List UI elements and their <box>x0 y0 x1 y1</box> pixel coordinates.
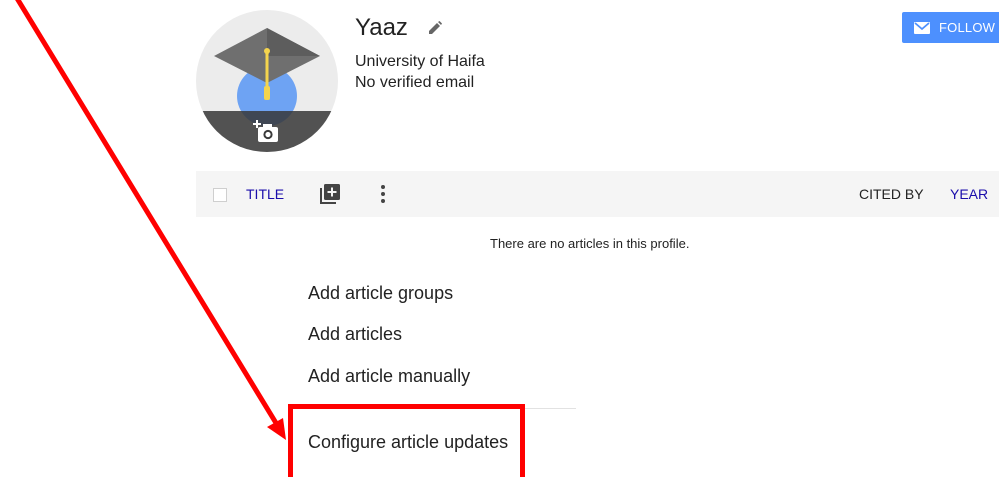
add-article-manually-item[interactable]: Add article manually <box>308 365 470 387</box>
cited-by-header: CITED BY <box>859 186 924 202</box>
profile-affiliation: University of Haifa <box>355 53 485 70</box>
pencil-icon[interactable] <box>428 21 442 40</box>
add-article-groups-item[interactable]: Add article groups <box>308 282 453 304</box>
profile-name: Yaaz <box>355 14 408 41</box>
menu-divider <box>290 408 576 409</box>
more-vertical-icon[interactable] <box>380 184 386 209</box>
profile-avatar <box>196 10 338 152</box>
envelope-icon <box>914 22 930 34</box>
sort-by-year[interactable]: YEAR <box>950 186 988 203</box>
articles-table-header: TITLE CITED BY YEAR <box>196 171 999 217</box>
configure-article-updates-item[interactable]: Configure article updates <box>308 431 508 453</box>
change-photo-button[interactable] <box>196 111 338 152</box>
profile-page: Yaaz University of Haifa No verified ema… <box>0 0 999 477</box>
follow-label: FOLLOW <box>939 20 996 35</box>
follow-button[interactable]: FOLLOW <box>902 12 999 43</box>
add-photo-icon <box>253 120 278 142</box>
select-all-checkbox[interactable] <box>213 188 227 202</box>
profile-email-status: No verified email <box>355 74 475 91</box>
add-articles-item[interactable]: Add articles <box>308 323 402 345</box>
empty-articles-message: There are no articles in this profile. <box>490 236 690 251</box>
add-box-icon[interactable] <box>320 184 340 209</box>
sort-by-title[interactable]: TITLE <box>246 186 284 203</box>
